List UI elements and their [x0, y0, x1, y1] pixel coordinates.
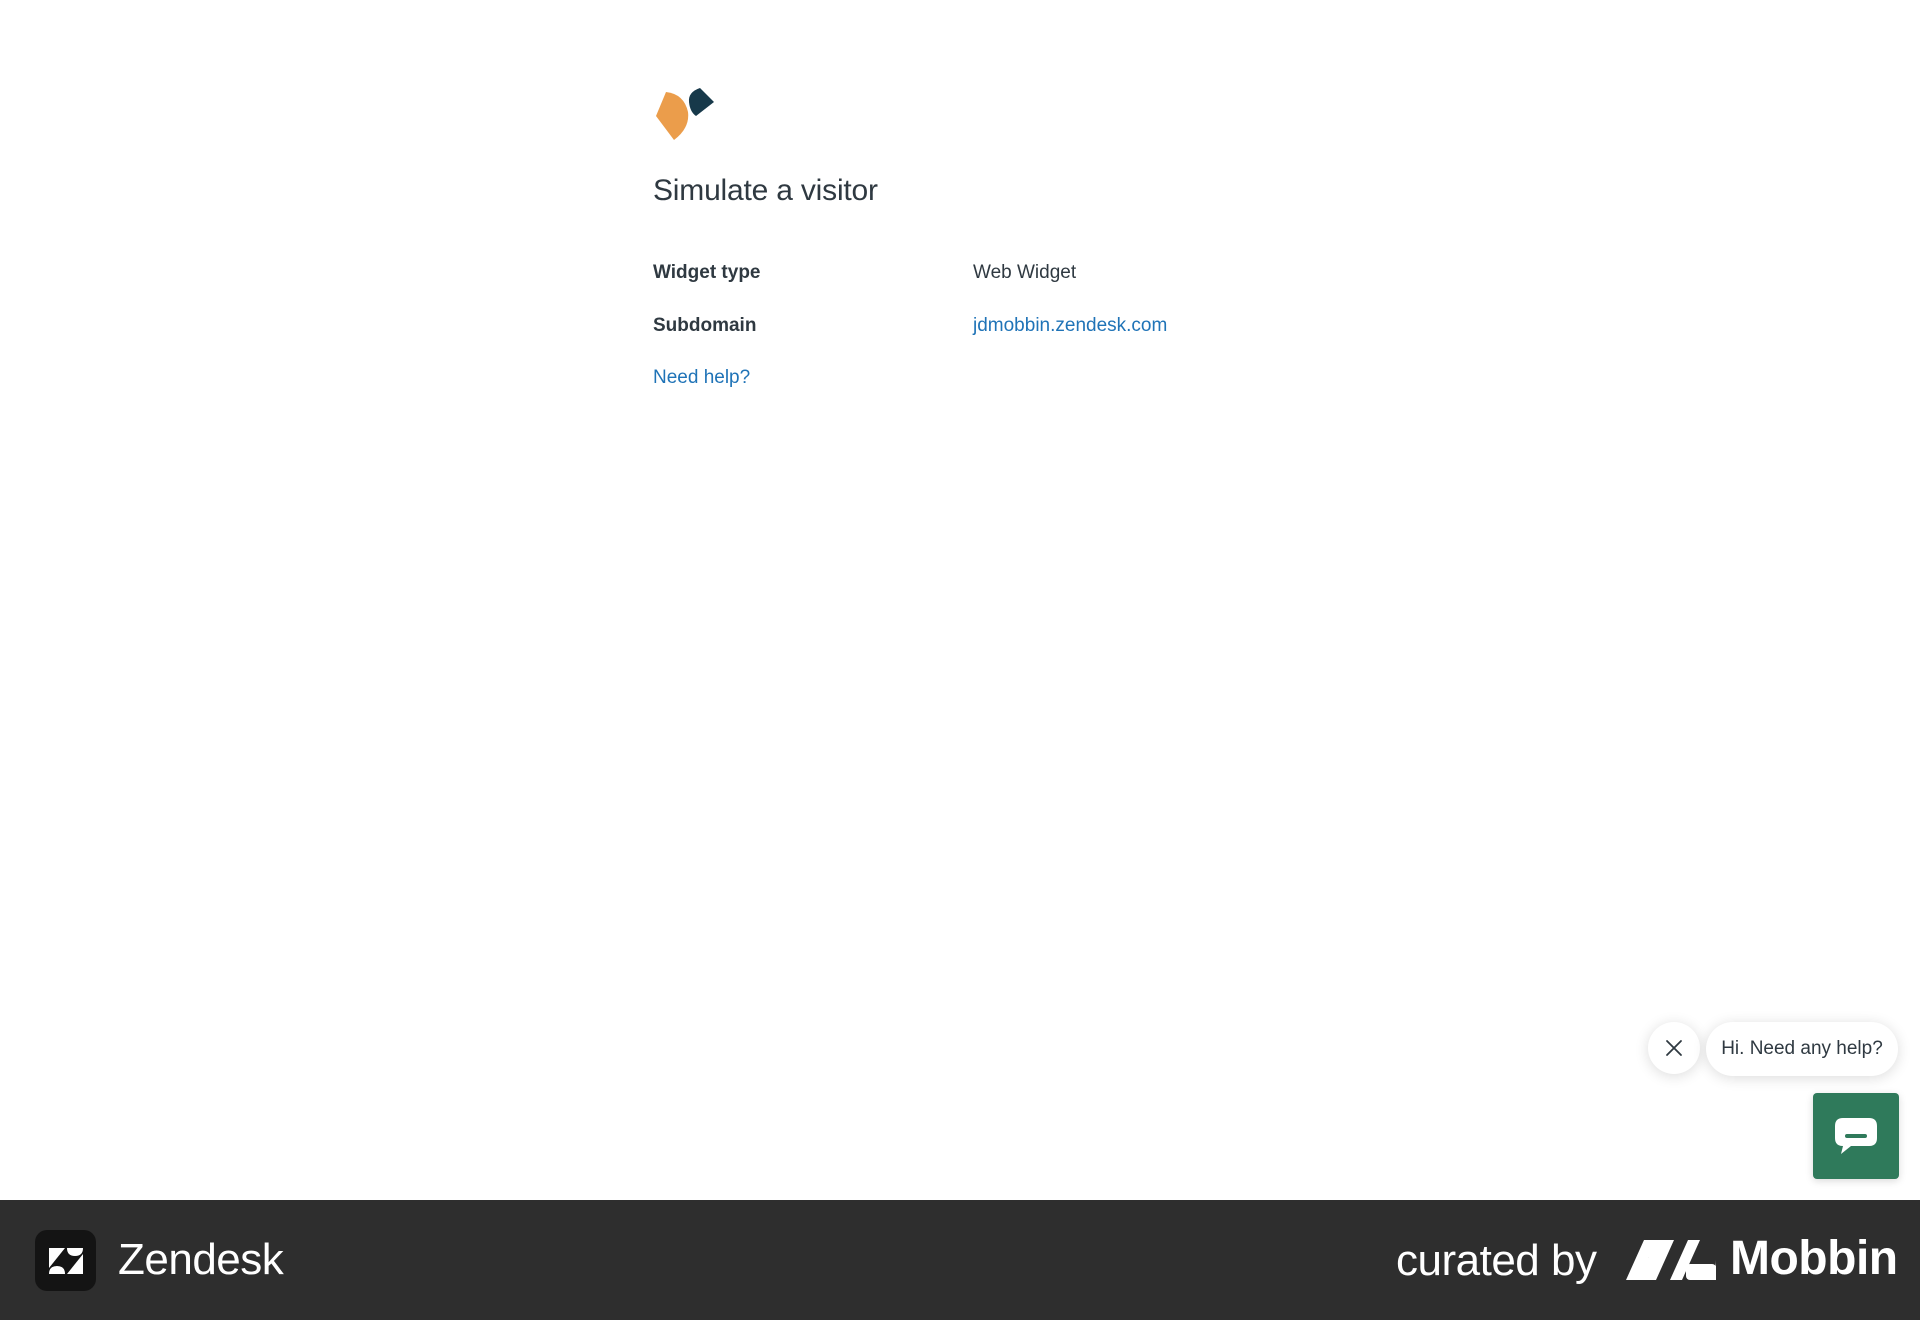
need-help-link[interactable]: Need help?	[653, 367, 750, 389]
close-greeting-button[interactable]	[1648, 1022, 1700, 1074]
zendesk-logo-tile	[35, 1230, 96, 1291]
mobbin-brand-name: Mobbin	[1730, 1232, 1898, 1285]
footer-bar: Zendesk curated by Mobbin	[0, 1200, 1920, 1320]
greeting-text: Hi. Need any help?	[1721, 1038, 1883, 1059]
zendesk-brand-name: Zendesk	[118, 1235, 284, 1284]
widget-type-label: Widget type	[653, 262, 761, 283]
page-title: Simulate a visitor	[653, 174, 878, 207]
chat-bubble-icon	[1835, 1118, 1877, 1154]
zendesk-logo-icon	[48, 1247, 83, 1274]
chat-launcher-button[interactable]	[1813, 1093, 1899, 1179]
mobbin-logo-icon	[1626, 1240, 1716, 1280]
main-content: Simulate a visitor Widget type Web Widge…	[0, 0, 1920, 1200]
zendesk-chat-logo-icon	[656, 88, 714, 140]
subdomain-label: Subdomain	[653, 315, 757, 336]
curated-by-text: curated by	[1396, 1236, 1597, 1285]
greeting-bubble[interactable]: Hi. Need any help?	[1706, 1022, 1898, 1076]
widget-type-value: Web Widget	[973, 262, 1077, 283]
close-icon	[1666, 1040, 1682, 1056]
subdomain-link[interactable]: jdmobbin.zendesk.com	[973, 315, 1167, 337]
